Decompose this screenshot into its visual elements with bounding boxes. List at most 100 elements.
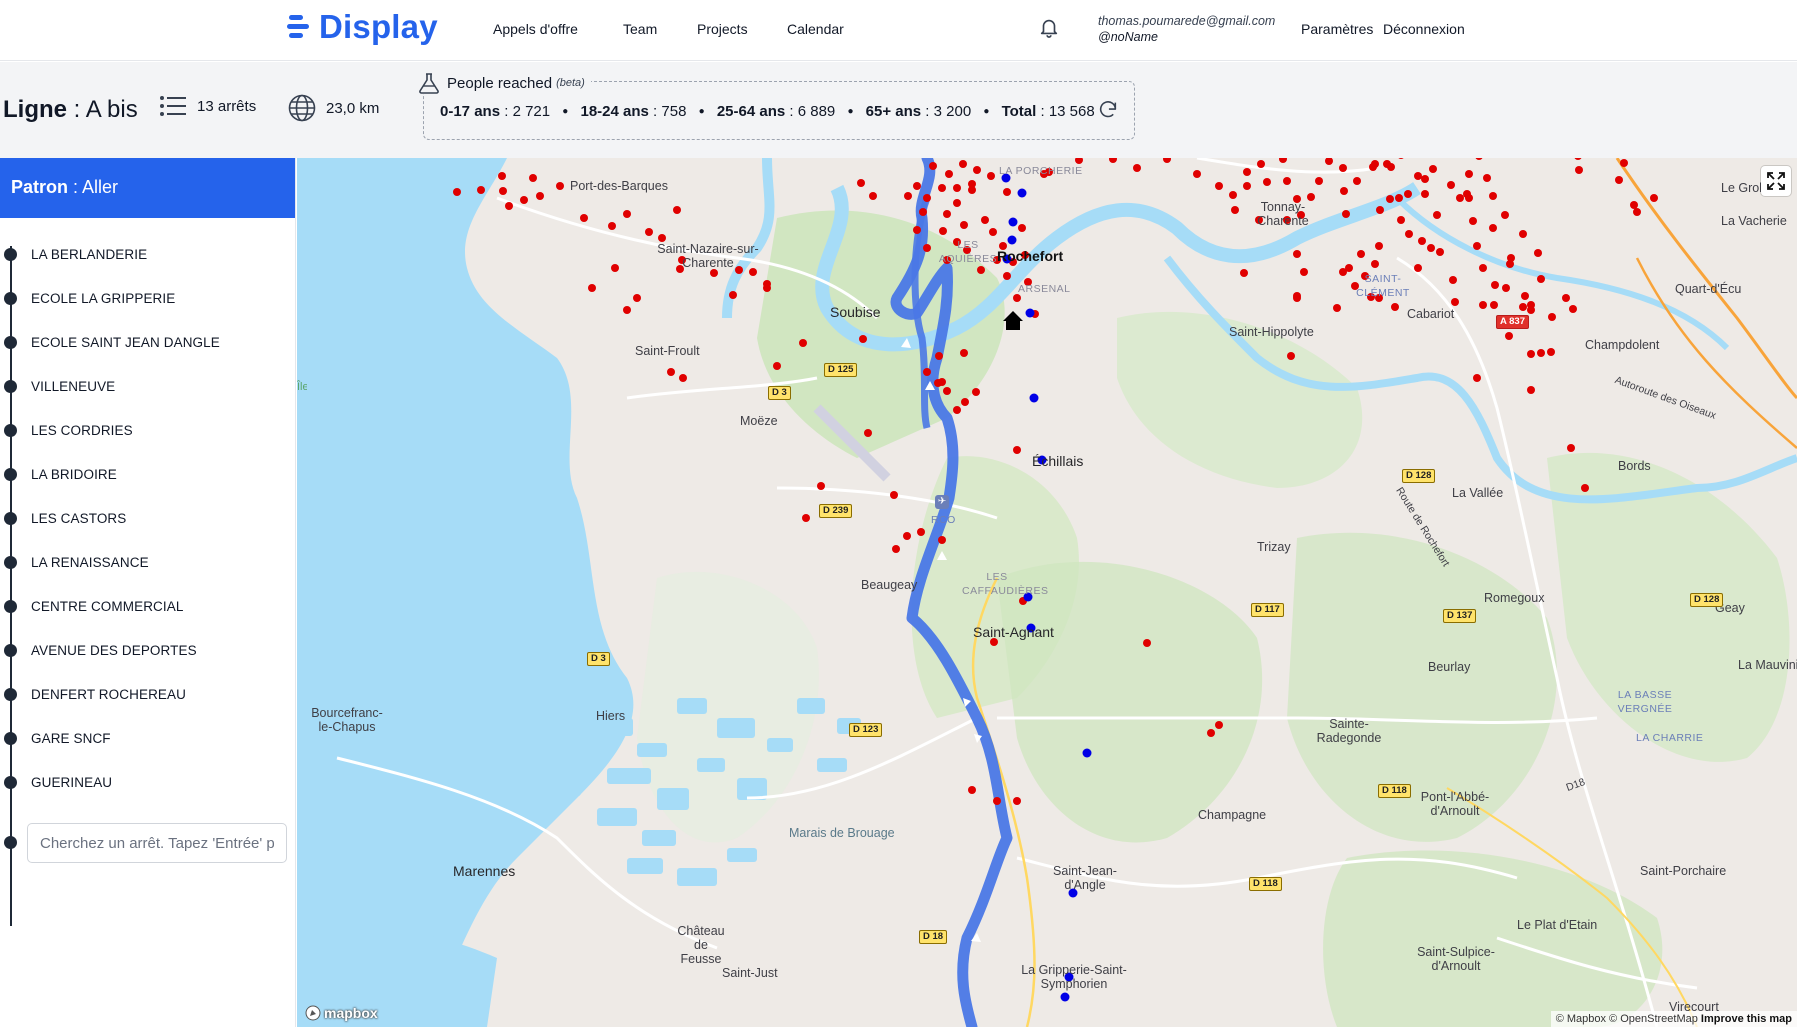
- user-info: thomas.poumarede@gmail.com @noName: [1098, 13, 1275, 45]
- green-area: [997, 561, 1263, 843]
- place-le-plat-d-etain: Le Plat d'Etain: [1517, 918, 1598, 932]
- flask-icon: [419, 73, 439, 94]
- distance-text: 23,0 km: [326, 99, 380, 117]
- stop-name: ECOLE SAINT JEAN DANGLE: [31, 334, 220, 350]
- place-saint-sulpice: Saint-Sulpice-d'Arnoult: [1417, 945, 1495, 973]
- place-la-charrie: LA CHARRIE: [1636, 732, 1704, 744]
- place-saint-clement: SAINT-CLÉMENT: [1356, 273, 1410, 299]
- stop-item[interactable]: GARE SNCF: [4, 728, 111, 748]
- home-icon: [1003, 311, 1023, 330]
- place-beaugeay: Beaugeay: [861, 578, 918, 592]
- nav-calendar[interactable]: Calendar: [787, 21, 844, 37]
- refresh-icon[interactable]: [1097, 99, 1119, 121]
- age-group-label: 18-24 ans: [580, 103, 649, 120]
- road-label-d137: D 137: [1443, 609, 1477, 623]
- total-label: Total: [1001, 103, 1037, 120]
- fullscreen-button[interactable]: [1761, 166, 1791, 196]
- mapbox-logo[interactable]: mapbox: [305, 1005, 378, 1021]
- nav-team[interactable]: Team: [623, 21, 657, 37]
- stop-bullet: [4, 599, 17, 613]
- pattern-header[interactable]: Patron : Aller: [0, 158, 295, 218]
- stop-item[interactable]: LES CASTORS: [4, 508, 126, 528]
- stop-search-input[interactable]: [27, 823, 287, 863]
- mapbox-icon: [305, 1005, 321, 1021]
- mapbox-text: mapbox: [324, 1005, 378, 1021]
- place-chateau-de-feusse: Château de Feusse: [677, 924, 725, 966]
- improve-map-link[interactable]: Improve this map: [1701, 1013, 1792, 1025]
- nav-appels-d-offre[interactable]: Appels d'offre: [493, 21, 578, 37]
- road-label-d239: D 239: [819, 504, 853, 518]
- pattern-label: Patron: [11, 177, 69, 197]
- user-email: thomas.poumarede@gmail.com: [1098, 14, 1276, 28]
- place-saint-froult: Saint-Froult: [635, 344, 700, 358]
- stop-bullet: [4, 731, 17, 745]
- place-bourcefranc: Bourcefranc-le-Chapus: [311, 706, 383, 734]
- road-label-d128: D 128: [1690, 593, 1724, 607]
- place-saint-agnant: Saint-Agnant: [973, 624, 1054, 640]
- stop-item[interactable]: CENTRE COMMERCIAL: [4, 596, 183, 616]
- stop-item[interactable]: LA BRIDOIRE: [4, 464, 117, 484]
- stops-sidebar: Patron : Aller LA BERLANDERIE ECOLE LA G…: [0, 158, 296, 1027]
- top-navbar: Display Appels d'offre Team Projects Cal…: [0, 0, 1797, 61]
- stop-name: GUERINEAU: [31, 774, 113, 790]
- road-label-d3: D 3: [768, 386, 791, 400]
- stop-item[interactable]: LA RENAISSANCE: [4, 552, 149, 572]
- line-title: Ligne : A bis: [3, 96, 138, 124]
- road-label-d18: D 18: [919, 930, 948, 944]
- stop-bullet: [4, 555, 17, 569]
- stop-item[interactable]: VILLENEUVE: [4, 376, 115, 396]
- stop-item[interactable]: ECOLE LA GRIPPERIE: [4, 288, 175, 308]
- stop-name: CENTRE COMMERCIAL: [31, 598, 184, 614]
- user-nickname: @noName: [1098, 30, 1158, 44]
- stop-bullet: [4, 643, 17, 657]
- line-colon: :: [73, 96, 81, 123]
- app-logo[interactable]: Display: [287, 8, 438, 46]
- stop-bullet: [4, 775, 17, 789]
- stop-item[interactable]: AVENUE DES DEPORTES: [4, 640, 197, 660]
- place-champagne: Champagne: [1198, 808, 1267, 822]
- stop-bullet: [4, 379, 17, 393]
- stop-bullet: [4, 247, 17, 261]
- beta-badge: (beta): [556, 77, 585, 89]
- line-stats-bar: Ligne : A bis 13 arrêts 23,0 km People r…: [0, 62, 1797, 158]
- road-label-d125: D 125: [824, 363, 858, 377]
- stop-bullet: [4, 335, 17, 349]
- stop-item[interactable]: ECOLE SAINT JEAN DANGLE: [4, 332, 220, 352]
- map-attribution: © Mapbox © OpenStreetMap Improve this ma…: [1550, 1011, 1797, 1027]
- age-group-value: 758: [661, 103, 687, 120]
- stop-item[interactable]: LA BERLANDERIE: [4, 244, 147, 264]
- logo-icon: [287, 15, 309, 38]
- place-saint-hippolyte: Saint-Hippolyte: [1229, 325, 1314, 339]
- stop-item[interactable]: DENFERT ROCHEREAU: [4, 684, 186, 704]
- pattern-value: Aller: [82, 177, 119, 197]
- place-ile-d-aix: Île d'Aix: [297, 381, 307, 393]
- separator-dot: ●: [847, 106, 854, 117]
- total-value: 13 568: [1048, 103, 1095, 120]
- bell-icon[interactable]: [1038, 16, 1060, 38]
- age-group-value: 2 721: [512, 103, 551, 120]
- nav-projects[interactable]: Projects: [697, 21, 748, 37]
- settings-link[interactable]: Paramètres: [1301, 21, 1373, 37]
- separator-dot: ●: [562, 106, 569, 117]
- road-label-d117: D 117: [1251, 603, 1284, 617]
- road-label-d118: D 118: [1249, 877, 1282, 891]
- stop-item[interactable]: GUERINEAU: [4, 772, 112, 792]
- place-rochefort: Rochefort: [997, 248, 1064, 264]
- expand-icon: [1767, 172, 1785, 190]
- map-view[interactable]: Port-des-Barques Saint-Nazaire-sur-Chare…: [297, 158, 1797, 1027]
- stop-name: GARE SNCF: [31, 730, 111, 746]
- logout-link[interactable]: Déconnexion: [1383, 21, 1465, 37]
- place-les-aquieres: LES AQUIÈRES: [938, 239, 998, 265]
- place-quart-d-ecu: Quart-d'Écu: [1675, 282, 1742, 296]
- attribution-text[interactable]: © Mapbox © OpenStreetMap: [1556, 1013, 1698, 1025]
- list-icon: [160, 96, 186, 116]
- place-marais-de-brouage: Marais de Brouage: [789, 826, 895, 840]
- age-group-value: 3 200: [933, 103, 972, 120]
- stop-bullet: [4, 423, 17, 437]
- stop-bullet: [4, 467, 17, 481]
- place-la-porcherie: LA PORCHERIE: [999, 165, 1083, 177]
- separator-dot: ●: [698, 106, 705, 117]
- stop-name: LA BERLANDERIE: [31, 246, 148, 262]
- stop-item[interactable]: LES CORDRIES: [4, 420, 133, 440]
- stop-name: LES CASTORS: [31, 510, 127, 526]
